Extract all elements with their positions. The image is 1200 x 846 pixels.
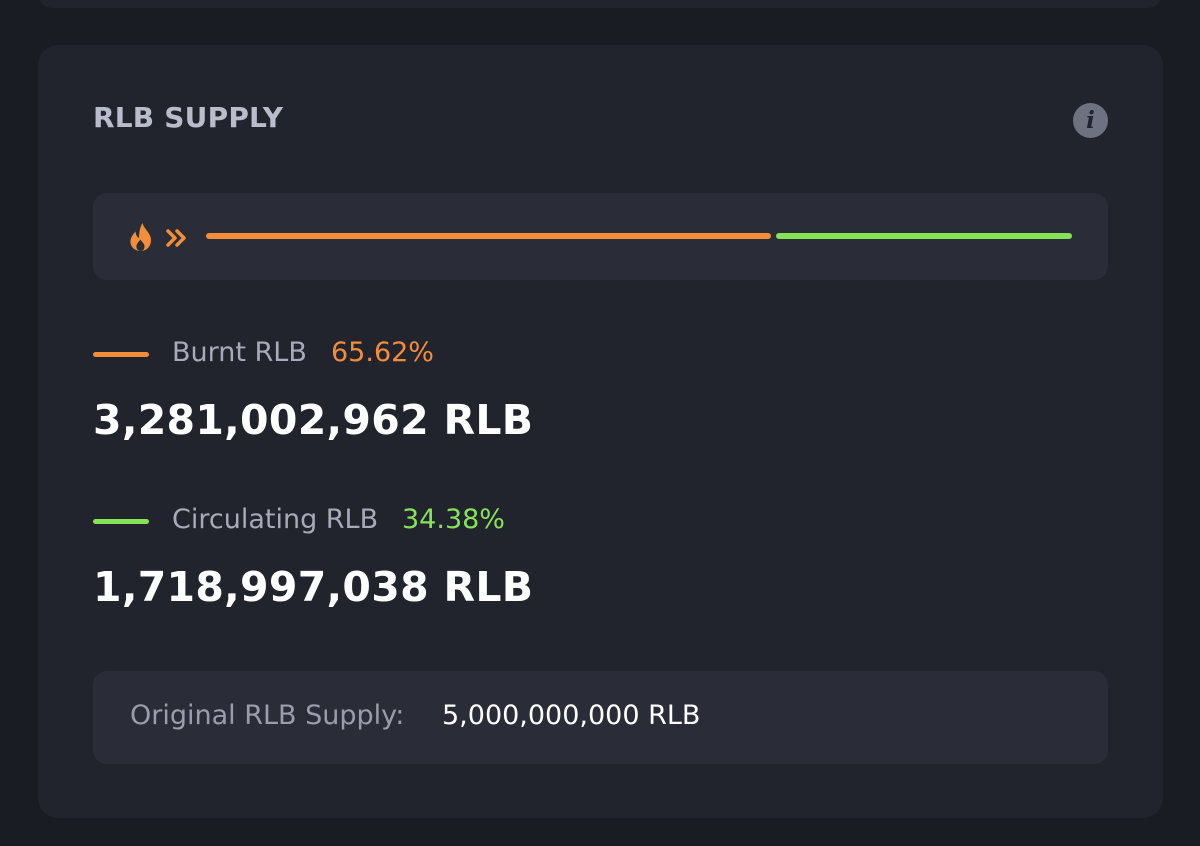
circulating-label: Circulating RLB [172,504,379,535]
previous-card-edge [38,0,1162,8]
circulating-legend-line [93,519,149,524]
original-supply-value: 5,000,000,000 RLB [442,700,701,731]
circulating-percent: 34.38% [402,504,505,535]
circulating-amount: 1,718,997,038 RLB [93,563,534,611]
burnt-progress-segment [206,233,771,239]
supply-progress-panel [93,193,1108,280]
card-title: RLB SUPPLY [93,101,284,134]
flame-icon [130,223,151,251]
double-chevron-right-icon [166,229,186,247]
original-supply-label: Original RLB Supply: [130,700,405,731]
burnt-amount: 3,281,002,962 RLB [93,396,534,444]
supply-progress-bar [206,233,1072,239]
burnt-legend-line [93,352,149,357]
burnt-label: Burnt RLB [172,337,307,368]
circulating-progress-segment [776,233,1072,239]
burnt-percent: 65.62% [331,337,434,368]
rlb-supply-card: RLB SUPPLY i Burnt RLB 65.62% 3,281,002,… [38,45,1163,818]
original-supply-panel: Original RLB Supply: 5,000,000,000 RLB [93,671,1108,764]
info-icon[interactable]: i [1073,103,1108,138]
